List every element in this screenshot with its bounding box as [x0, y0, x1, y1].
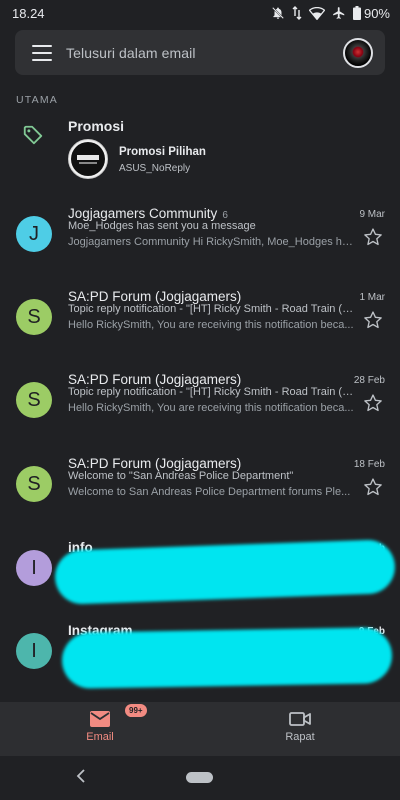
battery: 90%	[352, 5, 390, 21]
system-navigation-bar	[0, 756, 400, 800]
back-chevron-icon[interactable]	[75, 768, 87, 784]
email-snippet: Hello RickySmith, You are receiving this…	[68, 319, 354, 331]
email-subject: Welcome to "San Andreas Police Departmen…	[68, 470, 294, 482]
nav-email-label: Email	[86, 731, 114, 743]
section-label: UTAMA	[16, 94, 58, 106]
nav-email[interactable]: Email 99+	[0, 702, 200, 756]
wifi-icon	[308, 6, 325, 20]
star-outline-icon[interactable]	[363, 393, 383, 413]
promo-subtitle: Promosi Pilihan	[119, 146, 206, 158]
status-icons: 90%	[271, 6, 390, 21]
video-camera-icon	[289, 712, 311, 726]
sender-avatar: I	[16, 550, 52, 586]
email-row[interactable]: S SA:PD Forum (Jogjagamers) 18 Feb Welco…	[0, 456, 400, 544]
asus-logo	[68, 139, 108, 179]
notifications-off-icon	[272, 7, 284, 19]
status-bar: 18.24 90%	[0, 0, 400, 26]
search-input[interactable]: Telusuri dalam email	[66, 45, 343, 61]
star-outline-icon[interactable]	[363, 227, 383, 247]
hamburger-menu-icon[interactable]	[32, 44, 52, 61]
bottom-navigation: Email 99+ Rapat	[0, 702, 400, 756]
sender-avatar: J	[16, 216, 52, 252]
sender-name-text: Jogjagamers Community	[68, 206, 218, 221]
email-date: 18 Feb	[353, 459, 385, 470]
sender-avatar: S	[16, 466, 52, 502]
battery-level: 90%	[363, 5, 390, 21]
promo-sender: ASUS_NoReply	[119, 163, 191, 174]
email-subject: Topic reply notification - "[HT] Ricky S…	[68, 303, 355, 315]
nav-meet[interactable]: Rapat	[200, 702, 400, 756]
sender-name-text: SA:PD Forum (Jogjagamers)	[68, 456, 242, 471]
account-avatar[interactable]	[343, 37, 373, 68]
airplane-mode-icon	[333, 7, 345, 19]
sender-name: SA:PD Forum (Jogjagamers)	[68, 289, 241, 304]
sender-avatar: S	[16, 299, 52, 335]
sender-name-text: SA:PD Forum (Jogjagamers)	[68, 289, 242, 304]
mail-icon	[90, 711, 110, 727]
promotions-item[interactable]: Promosi Promosi Pilihan ASUS_NoReply	[0, 110, 400, 188]
sender-name-text: SA:PD Forum (Jogjagamers)	[68, 372, 242, 387]
email-row[interactable]: S SA:PD Forum (Jogjagamers) 28 Feb Topic…	[0, 372, 400, 460]
email-snippet: Jogjagamers Community Hi RickySmith, Moe…	[68, 236, 355, 248]
redaction-mark	[61, 627, 393, 689]
email-date: 9 Mar	[359, 209, 385, 220]
email-snippet: Welcome to San Andreas Police Department…	[68, 486, 351, 498]
tag-icon	[23, 125, 43, 145]
data-transfer-icon	[292, 6, 302, 20]
star-outline-icon[interactable]	[363, 477, 383, 497]
promo-title: Promosi	[68, 118, 125, 134]
sender-name: Jogjagamers Community 6	[68, 206, 228, 221]
email-date: 1 Mar	[359, 292, 385, 303]
search-bar[interactable]: Telusuri dalam email	[15, 30, 385, 75]
email-snippet: Hello RickySmith, You are receiving this…	[68, 402, 354, 414]
email-row[interactable]: S SA:PD Forum (Jogjagamers) 1 Mar Topic …	[0, 289, 400, 377]
email-subject: Topic reply notification - "[HT] Ricky S…	[68, 386, 355, 398]
nav-meet-label: Rapat	[285, 731, 315, 743]
email-subject: Moe_Hodges has sent you a message	[68, 220, 256, 232]
sender-name: SA:PD Forum (Jogjagamers)	[68, 456, 241, 471]
email-date: 28 Feb	[353, 375, 385, 386]
sender-avatar: S	[16, 382, 52, 418]
star-outline-icon[interactable]	[363, 310, 383, 330]
home-pill[interactable]	[186, 772, 213, 783]
sender-name: SA:PD Forum (Jogjagamers)	[68, 372, 241, 387]
status-time: 18.24	[12, 5, 45, 21]
email-row[interactable]: J Jogjagamers Community 6 9 Mar Moe_Hodge…	[0, 206, 400, 294]
sender-avatar: I	[16, 633, 52, 669]
battery-icon	[352, 6, 361, 20]
unread-badge: 99+	[124, 703, 148, 718]
